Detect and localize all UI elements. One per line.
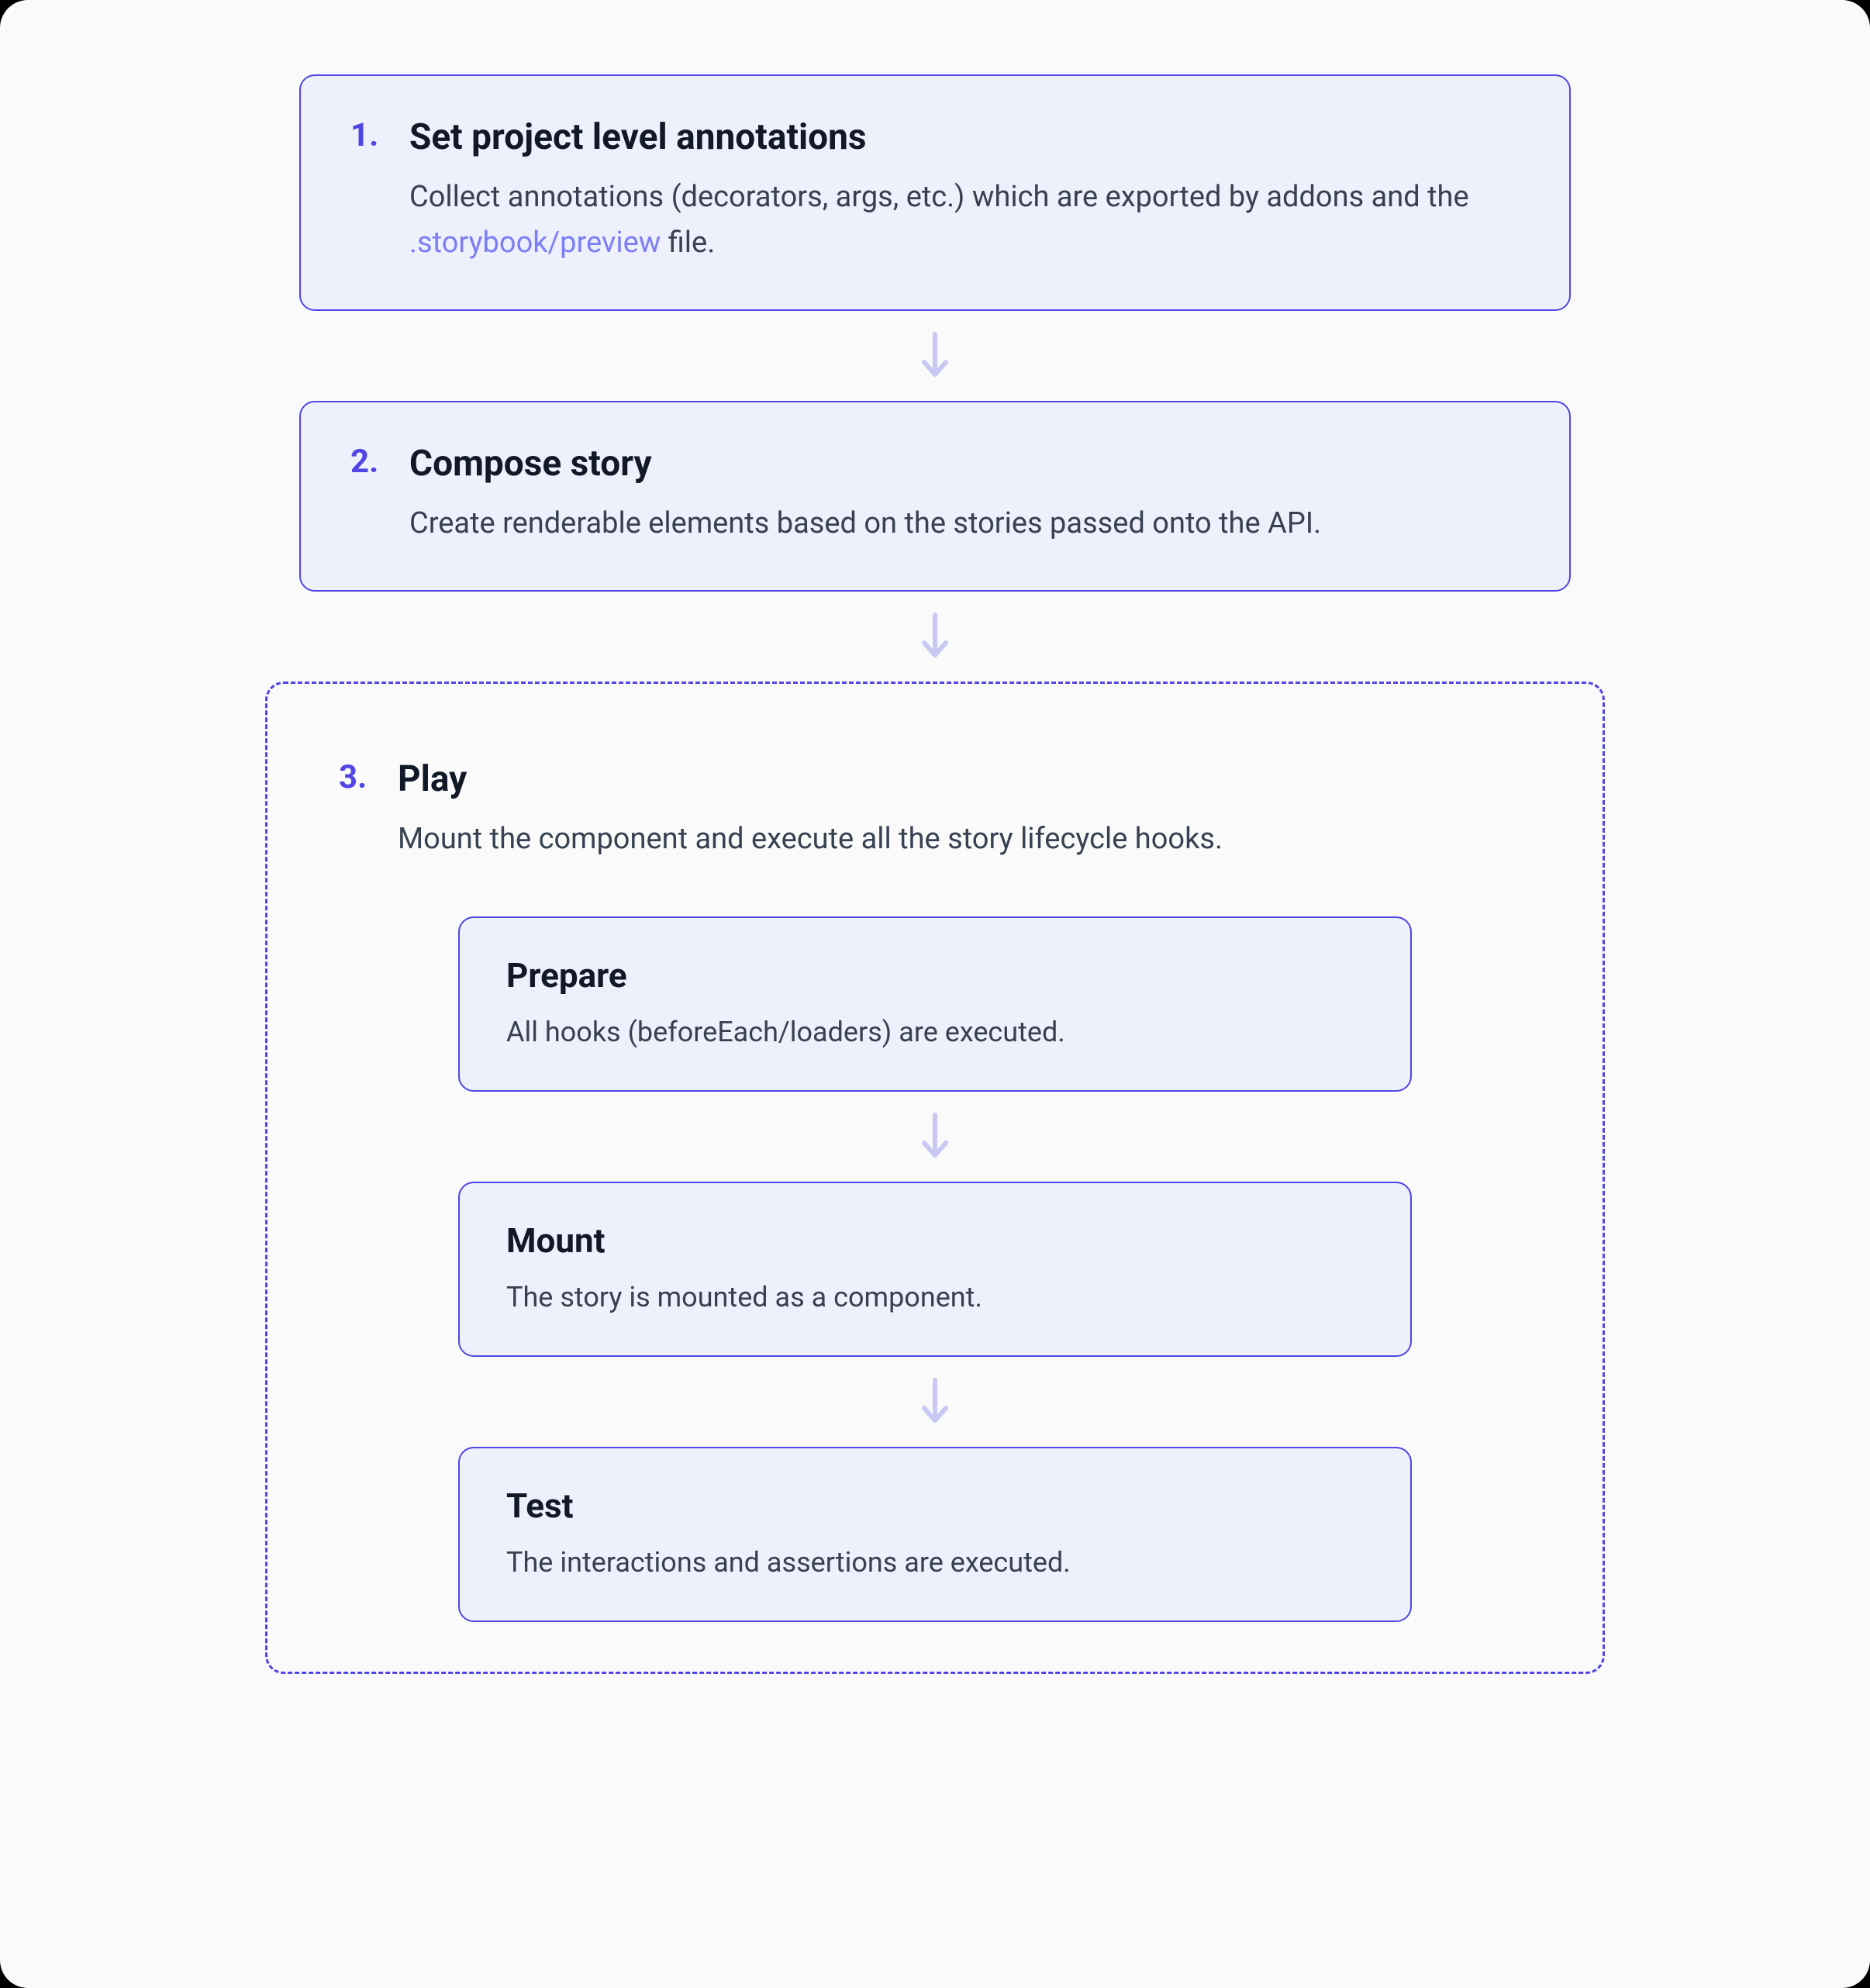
step-1-number: 1. [350, 116, 388, 155]
step-1-content: Set project level annotations Collect an… [409, 116, 1520, 266]
step-1-desc-pre: Collect annotations (decorators, args, e… [409, 180, 1469, 214]
step-2-desc: Create renderable elements based on the … [409, 501, 1520, 547]
substep-prepare-title: Prepare [506, 955, 1364, 996]
step-1-card: 1. Set project level annotations Collect… [299, 74, 1571, 311]
substep-test-desc: The interactions and assertions are exec… [506, 1541, 1364, 1583]
arrow-3 [916, 1092, 954, 1182]
step-1-title: Set project level annotations [409, 116, 1520, 159]
diagram-page: 1. Set project level annotations Collect… [0, 0, 1870, 1988]
arrow-down-icon [916, 1377, 954, 1427]
step-1-desc-post: file. [661, 226, 715, 260]
substep-mount-desc: The story is mounted as a component. [506, 1276, 1364, 1318]
step-2-card: 2. Compose story Create renderable eleme… [299, 401, 1571, 592]
step-2-row: 2. Compose story Create renderable eleme… [350, 443, 1520, 547]
step-3-row: 3. Play Mount the component and execute … [339, 758, 1531, 862]
step-3-container: 3. Play Mount the component and execute … [265, 682, 1605, 1674]
substep-mount-title: Mount [506, 1220, 1364, 1261]
substep-prepare-desc: All hooks (beforeEach/loaders) are execu… [506, 1011, 1364, 1053]
step-2-title: Compose story [409, 443, 1520, 485]
step-3-number: 3. [339, 758, 376, 797]
step-2-content: Compose story Create renderable elements… [409, 443, 1520, 547]
step-1-row: 1. Set project level annotations Collect… [350, 116, 1520, 266]
arrow-down-icon [916, 612, 954, 661]
substep-test-title: Test [506, 1486, 1364, 1526]
step-3-header: 3. Play Mount the component and execute … [302, 758, 1568, 862]
arrow-down-icon [916, 331, 954, 381]
step-1-desc: Collect annotations (decorators, args, e… [409, 174, 1520, 266]
substep-mount-card: Mount The story is mounted as a componen… [458, 1182, 1412, 1357]
step-3-desc: Mount the component and execute all the … [398, 816, 1531, 862]
arrow-4 [916, 1357, 954, 1447]
substeps-column: Prepare All hooks (beforeEach/loaders) a… [458, 916, 1412, 1622]
arrow-down-icon [916, 1112, 954, 1161]
arrow-2 [916, 592, 954, 682]
step-3-title: Play [398, 758, 1531, 801]
step-1-desc-code: .storybook/preview [409, 226, 661, 260]
substep-prepare-card: Prepare All hooks (beforeEach/loaders) a… [458, 916, 1412, 1092]
step-3-content: Play Mount the component and execute all… [398, 758, 1531, 862]
arrow-1 [916, 311, 954, 401]
flow-column: 1. Set project level annotations Collect… [299, 74, 1571, 1674]
step-2-number: 2. [350, 443, 388, 481]
substep-test-card: Test The interactions and assertions are… [458, 1447, 1412, 1622]
